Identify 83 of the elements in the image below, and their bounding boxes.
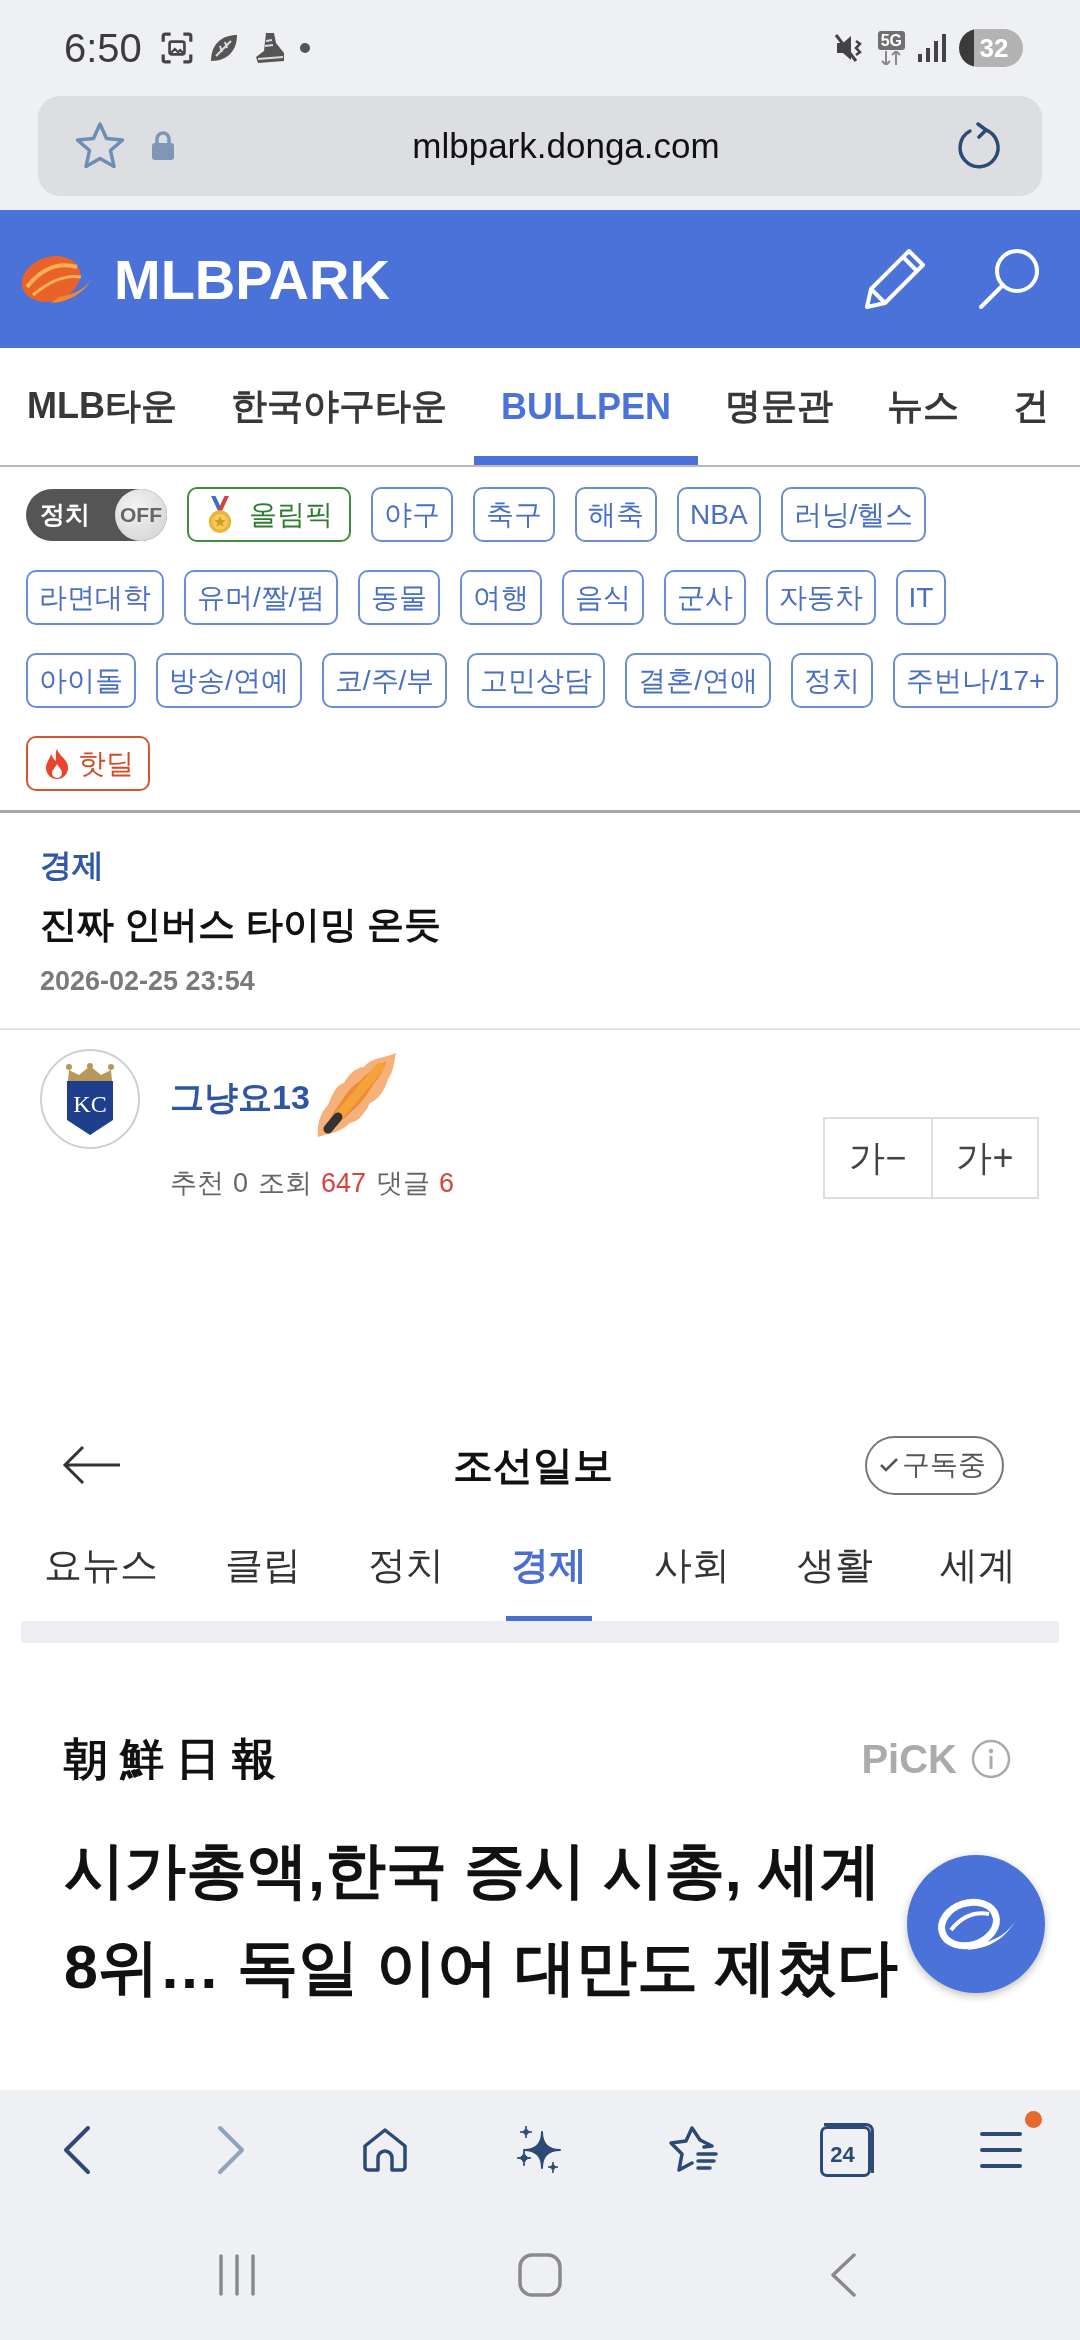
- signal-icon: [917, 33, 947, 63]
- nav-tab[interactable]: 건: [986, 348, 1076, 465]
- news-tab[interactable]: 세계: [935, 1510, 1021, 1621]
- category-tag[interactable]: 올림픽: [187, 487, 351, 542]
- category-tag[interactable]: 해축: [575, 487, 657, 542]
- author-name[interactable]: 그냥요13: [170, 1074, 310, 1121]
- category-tag[interactable]: 정치: [791, 653, 874, 708]
- network-type-label: 5G: [877, 31, 905, 50]
- stat-value: 0: [233, 1167, 249, 1200]
- check-icon: [879, 1457, 899, 1473]
- fire-icon: [44, 747, 70, 780]
- category-tag[interactable]: 자동차: [765, 570, 876, 625]
- team-shield-logo: KC: [67, 1081, 113, 1135]
- stat-label: 댓글: [376, 1167, 431, 1200]
- battery-indicator: 32: [959, 29, 1023, 67]
- screenshot-icon: [159, 31, 194, 65]
- shoe-icon: [253, 31, 286, 65]
- category-tag[interactable]: 유머/짤/펌: [184, 570, 338, 625]
- category-tag[interactable]: 결혼/연애: [625, 653, 772, 708]
- nav-tab[interactable]: MLB타운: [0, 348, 204, 465]
- notification-dot-icon: [299, 43, 310, 53]
- news-headline: 시가총액,한국 증시 시총, 세계 8위… 독일 이어 대만도 제쳤다: [64, 1835, 899, 2003]
- address-bar[interactable]: mlbpark.donga.com: [38, 96, 1042, 196]
- news-channel-title: 조선일보: [452, 1441, 613, 1489]
- recent-apps-icon[interactable]: [217, 2254, 257, 2296]
- lock-icon: [150, 131, 176, 161]
- search-icon[interactable]: [977, 247, 1041, 311]
- crown-icon: [65, 1063, 115, 1081]
- category-tag[interactable]: 축구: [473, 487, 555, 542]
- url-text: mlbpark.donga.com: [411, 126, 721, 166]
- nav-tab[interactable]: 뉴스: [860, 348, 986, 465]
- nav-tab[interactable]: 한국야구타운: [204, 348, 474, 465]
- stat-label: 조회: [258, 1167, 313, 1200]
- reload-icon[interactable]: [956, 122, 1002, 170]
- article-date: 2026-02-25 23:54: [40, 965, 256, 998]
- category-tag[interactable]: 군사: [663, 570, 746, 625]
- article-title: 진짜 인버스 타이밍 온듯: [40, 903, 442, 947]
- category-tag[interactable]: 코/주/부: [321, 653, 448, 708]
- category-tag[interactable]: NBA: [677, 487, 761, 542]
- category-tag[interactable]: 방송/연예: [156, 653, 302, 708]
- nav-tab[interactable]: BULLPEN: [474, 348, 698, 465]
- category-tag[interactable]: 음식: [561, 570, 644, 625]
- stat-value: 6: [439, 1167, 455, 1200]
- back-nav-icon[interactable]: [829, 2253, 857, 2297]
- article-category: 경제: [40, 846, 105, 885]
- status-time: 6:50: [64, 25, 142, 71]
- category-tag[interactable]: 라면대학: [26, 570, 164, 625]
- nav-tab[interactable]: 명문관: [698, 348, 860, 465]
- news-tab[interactable]: 사회: [649, 1510, 735, 1621]
- news-tab[interactable]: 정치: [363, 1510, 449, 1621]
- category-tag[interactable]: 야구: [371, 487, 453, 542]
- tab-switcher-button[interactable]: 24: [820, 2123, 874, 2177]
- stat-value: 647: [321, 1167, 367, 1200]
- subscribed-button[interactable]: 구독중: [865, 1435, 1004, 1495]
- home-icon[interactable]: [362, 2127, 408, 2173]
- data-arrows-icon: [880, 51, 903, 65]
- home-nav-icon[interactable]: [518, 2253, 562, 2297]
- news-tab[interactable]: 요뉴스: [39, 1510, 163, 1621]
- info-icon[interactable]: [971, 1739, 1011, 1779]
- news-tab[interactable]: 클립: [220, 1510, 306, 1621]
- sparkles-icon[interactable]: [516, 2126, 562, 2174]
- category-tag[interactable]: 동물: [357, 570, 440, 625]
- category-tag[interactable]: 핫딜: [26, 736, 150, 791]
- filter-toggle-switch[interactable]: 정치 OFF: [26, 488, 167, 541]
- back-arrow-icon[interactable]: [61, 1445, 122, 1485]
- site-logo-text[interactable]: MLBPARK: [114, 246, 390, 312]
- stat-label: 추천: [170, 1167, 224, 1200]
- category-tag[interactable]: 주번나/17+: [893, 653, 1059, 708]
- publisher-logo-text: 朝鮮日報: [64, 1733, 288, 1786]
- star-list-icon[interactable]: [668, 2126, 718, 2174]
- pencil-icon[interactable]: [863, 248, 927, 310]
- category-tag[interactable]: IT: [895, 570, 947, 625]
- category-tag[interactable]: 러닝/헬스: [780, 487, 927, 542]
- back-chevron-icon[interactable]: [62, 2125, 92, 2175]
- category-tag[interactable]: 아이돌: [26, 653, 136, 708]
- pick-label: PiCK: [861, 1736, 957, 1782]
- medal-icon: [207, 495, 233, 534]
- menu-icon[interactable]: [980, 2130, 1022, 2170]
- floating-logo-button[interactable]: [907, 1855, 1045, 1993]
- news-tab[interactable]: 생활: [792, 1510, 878, 1621]
- category-tag[interactable]: 고민상담: [467, 653, 606, 708]
- star-icon[interactable]: [74, 121, 126, 171]
- category-tag[interactable]: 여행: [459, 570, 542, 625]
